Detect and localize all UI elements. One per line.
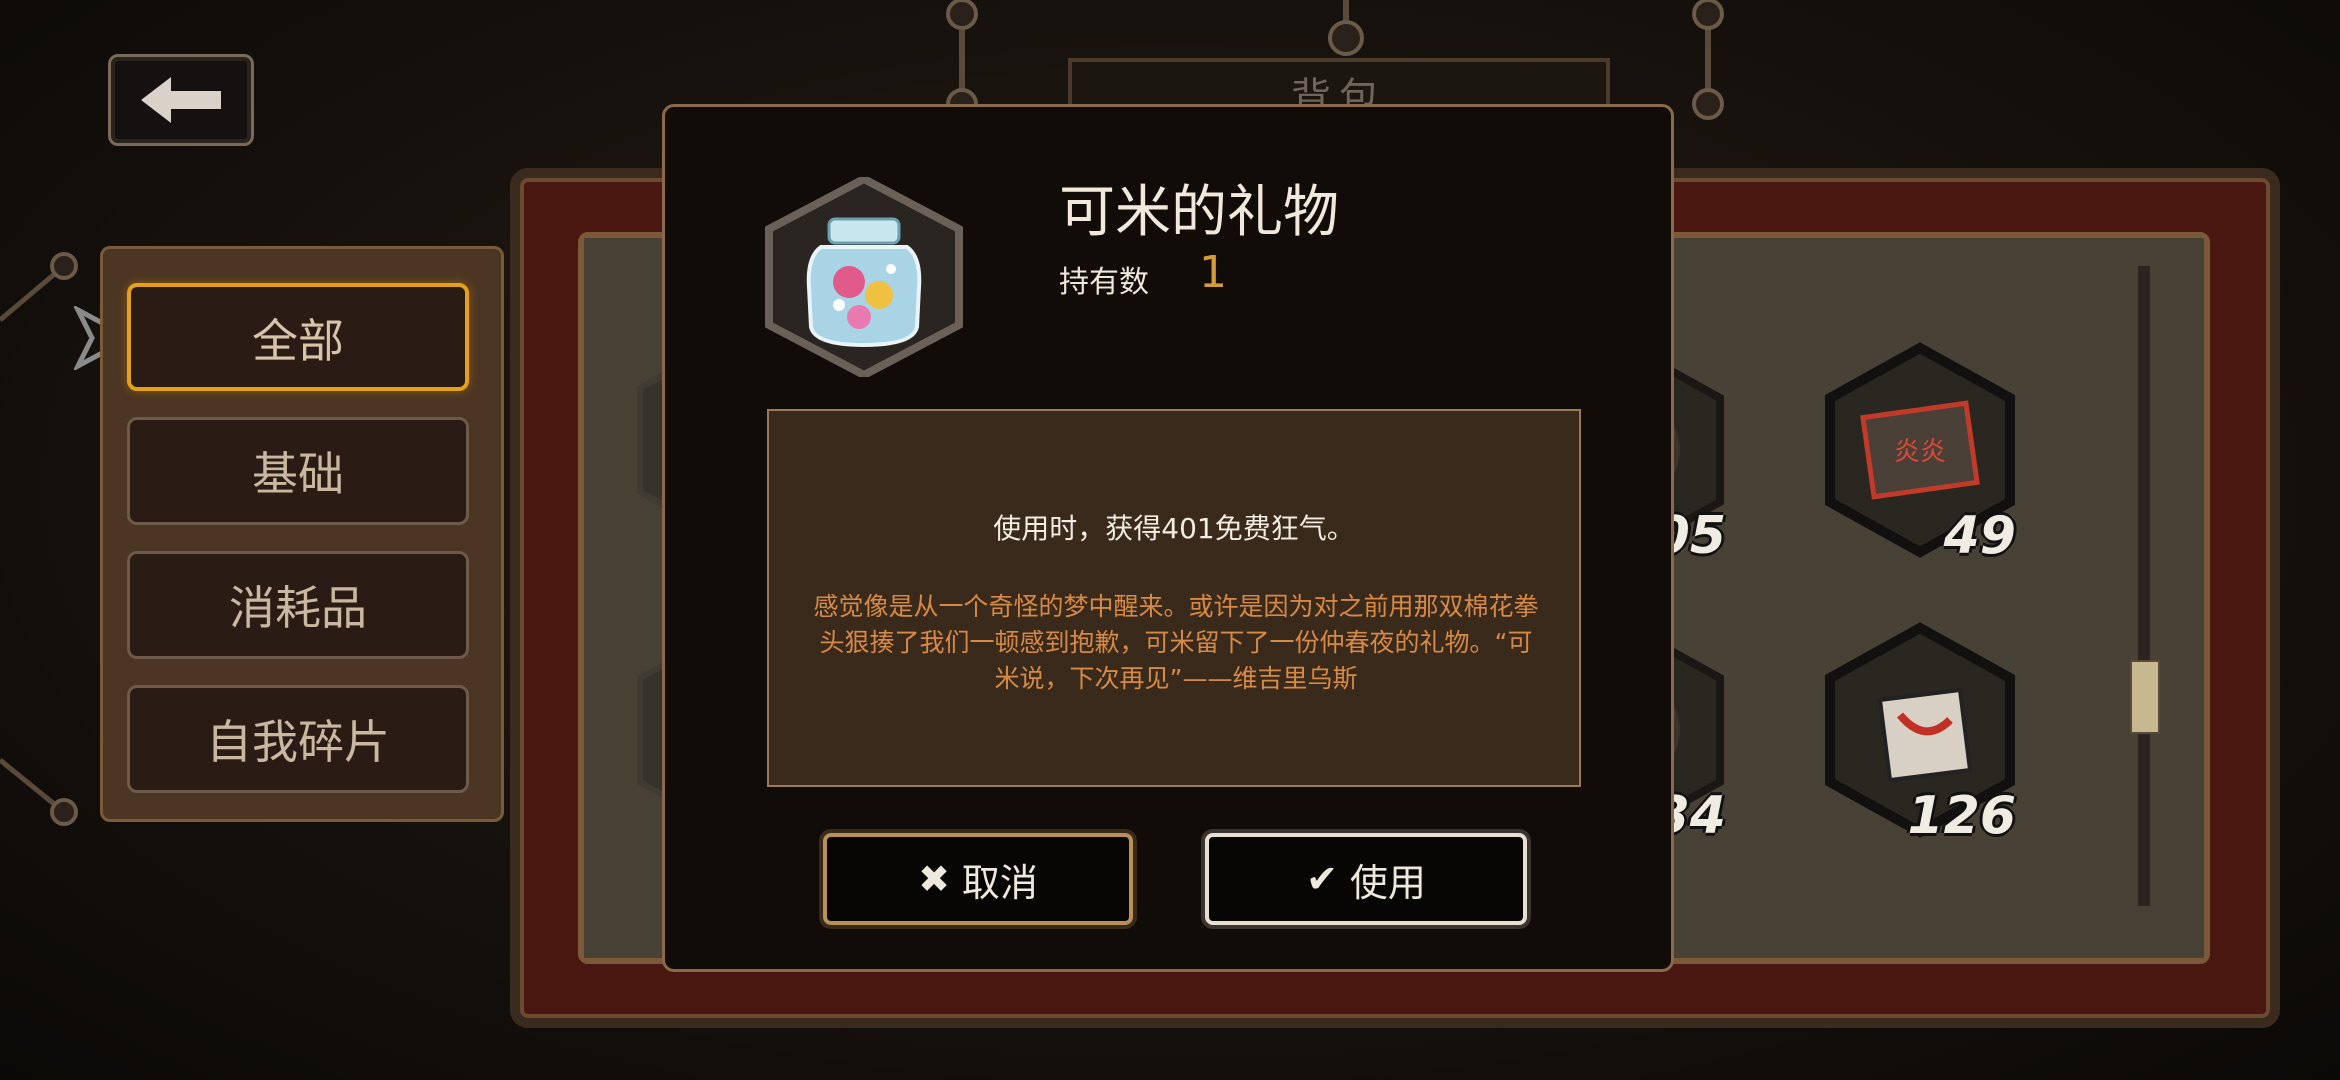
tab-ego-fragments[interactable]: 自我碎片 (127, 685, 469, 793)
tab-all[interactable]: 全部 (127, 283, 469, 391)
cancel-button[interactable]: ✖ 取消 (823, 833, 1133, 925)
item-use-dialog: 可米的礼物 持有数 1 使用时，获得401免费狂气。 感觉像是从一个奇怪的梦中醒… (662, 104, 1674, 972)
back-button[interactable] (108, 54, 254, 146)
item-description-box: 使用时，获得401免费狂气。 感觉像是从一个奇怪的梦中醒来。或许是因为对之前用那… (767, 409, 1581, 787)
item-name: 可米的礼物 (1059, 180, 1339, 245)
inventory-scrollbar[interactable] (2138, 266, 2150, 906)
svg-text:炎炎: 炎炎 (1894, 437, 1946, 467)
jar-gift-icon (765, 177, 963, 377)
use-button-label: 使用 (1349, 860, 1426, 905)
inventory-slot[interactable]: 126 (1810, 620, 2030, 846)
close-icon: ✖ (918, 857, 950, 901)
cancel-button-label: 取消 (961, 860, 1038, 905)
tab-basic[interactable]: 基础 (127, 417, 469, 525)
item-count: 126 (1907, 786, 2016, 846)
use-button[interactable]: ✔ 使用 (1205, 833, 1527, 925)
tab-consumables[interactable]: 消耗品 (127, 551, 469, 659)
owned-count-value: 1 (1199, 247, 1227, 298)
owned-count-label: 持有数 (1059, 265, 1149, 300)
inventory-scroll-thumb[interactable] (2130, 660, 2160, 734)
checkmark-icon: ✔ (1306, 857, 1338, 901)
item-effect-text: 使用时，获得401免费狂气。 (993, 512, 1355, 545)
item-count: 49 (1943, 506, 2016, 566)
back-arrow-icon (141, 77, 221, 123)
category-tab-panel: 全部 基础 消耗品 自我碎片 (100, 246, 504, 822)
inventory-slot[interactable]: 炎炎 49 (1810, 340, 2030, 566)
item-flavor-text: 感觉像是从一个奇怪的梦中醒来。或许是因为对之前用那双棉花拳头狠揍了我们一顿感到抱… (813, 592, 1539, 693)
